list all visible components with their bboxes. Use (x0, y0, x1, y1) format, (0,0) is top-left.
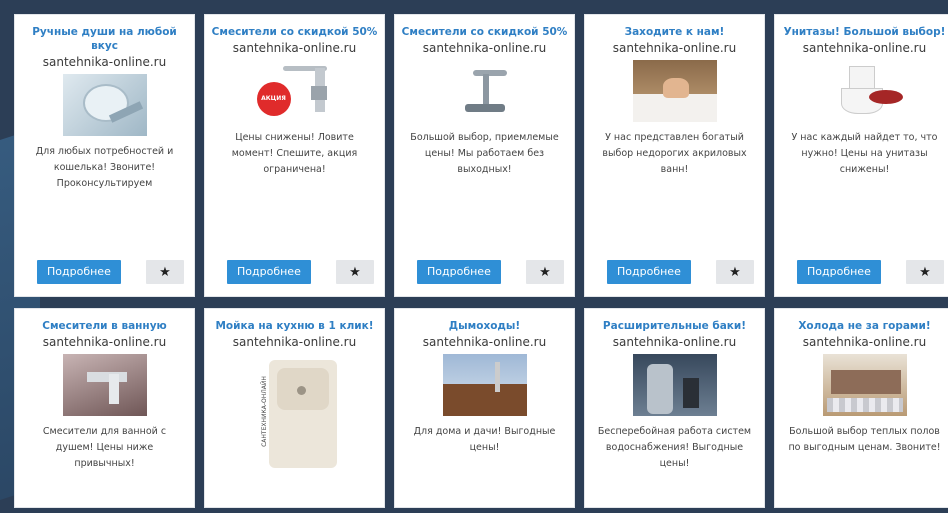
ad-description: У нас представлен богатый выбор недороги… (602, 132, 747, 175)
ad-description: Большой выбор теплых полов по выгодным ц… (788, 426, 941, 453)
more-button[interactable]: Подробнее (227, 260, 311, 284)
ad-domain[interactable]: santehnika-online.ru (775, 40, 948, 56)
ad-card[interactable]: Ручные души на любой вкус santehnika-onl… (14, 14, 195, 297)
ad-description: Смесители для ванной с душем! Цены ниже … (42, 426, 167, 469)
ad-description: Для любых потребностей и кошелька! Звони… (35, 146, 174, 189)
ad-description: Цены снижены! Ловите момент! Спешите, ак… (231, 132, 358, 175)
ad-title[interactable]: Смесители со скидкой 50% (211, 25, 378, 39)
ad-card[interactable]: Смесители со скидкой 50% santehnika-onli… (394, 14, 575, 297)
favorite-star-icon[interactable]: ★ (716, 260, 754, 284)
ad-domain[interactable]: santehnika-online.ru (395, 40, 574, 56)
ad-grid: Ручные души на любой вкус santehnika-onl… (0, 0, 948, 508)
favorite-star-icon[interactable]: ★ (906, 260, 944, 284)
ad-title[interactable]: Расширительные баки! (591, 319, 758, 333)
ad-card[interactable]: Холода не за горами! santehnika-online.r… (774, 308, 948, 508)
ad-title[interactable]: Дымоходы! (401, 319, 568, 333)
shower-heads-image[interactable] (62, 74, 147, 136)
ad-domain[interactable]: santehnika-online.ru (775, 334, 948, 350)
ad-domain[interactable]: santehnika-online.ru (15, 334, 194, 350)
ad-card[interactable]: Унитазы! Большой выбор! santehnika-onlin… (774, 14, 948, 297)
ad-domain[interactable]: santehnika-online.ru (205, 40, 384, 56)
sink-watermark-text: САНТЕХНИКА-ОНЛАЙН (260, 376, 268, 447)
warm-floor-image[interactable] (822, 354, 907, 416)
faucet-image[interactable] (442, 60, 527, 122)
ad-title[interactable]: Смесители со скидкой 50% (401, 25, 568, 39)
expansion-tank-image[interactable] (632, 354, 717, 416)
chimney-image[interactable] (442, 354, 527, 416)
ad-description: У нас каждый найдет то, что нужно! Цены … (791, 132, 938, 175)
ad-card[interactable]: Смесители в ванную santehnika-online.ru … (14, 308, 195, 508)
ad-domain[interactable]: santehnika-online.ru (205, 334, 384, 350)
ad-card[interactable]: Дымоходы! santehnika-online.ru Для дома … (394, 308, 575, 508)
ad-card[interactable]: Смесители со скидкой 50% santehnika-onli… (204, 14, 385, 297)
ad-domain[interactable]: santehnika-online.ru (585, 40, 764, 56)
favorite-star-icon[interactable]: ★ (146, 260, 184, 284)
more-button[interactable]: Подробнее (797, 260, 881, 284)
ad-domain[interactable]: santehnika-online.ru (15, 54, 194, 70)
sale-badge: АКЦИЯ (256, 82, 291, 116)
ad-domain[interactable]: santehnika-online.ru (395, 334, 574, 350)
more-button[interactable]: Подробнее (37, 260, 121, 284)
ad-description: Бесперебойная работа систем водоснабжени… (597, 426, 752, 469)
ad-domain[interactable]: santehnika-online.ru (585, 334, 764, 350)
kitchen-sink-image[interactable]: САНТЕХНИКА-ОНЛАЙН (246, 354, 343, 472)
favorite-star-icon[interactable]: ★ (526, 260, 564, 284)
more-button[interactable]: Подробнее (417, 260, 501, 284)
ad-card[interactable]: Расширительные баки! santehnika-online.r… (584, 308, 765, 508)
bathtub-image[interactable] (632, 60, 717, 122)
ad-title[interactable]: Холода не за горами! (781, 319, 948, 333)
ad-title[interactable]: Унитазы! Большой выбор! (781, 25, 948, 39)
ad-description: Для дома и дачи! Выгодные цены! (413, 426, 556, 453)
ad-card[interactable]: Мойка на кухню в 1 клик! santehnika-onli… (204, 308, 385, 508)
ad-title[interactable]: Ручные души на любой вкус (21, 25, 188, 53)
toilet-image[interactable] (822, 60, 907, 122)
favorite-star-icon[interactable]: ★ (336, 260, 374, 284)
ad-title[interactable]: Заходите к нам! (591, 25, 758, 39)
ad-description: Большой выбор, приемлемые цены! Мы работ… (410, 132, 559, 175)
ad-title[interactable]: Смесители в ванную (21, 319, 188, 333)
faucet-sale-image[interactable]: АКЦИЯ (252, 60, 337, 122)
bath-mixer-image[interactable] (62, 354, 147, 416)
more-button[interactable]: Подробнее (607, 260, 691, 284)
ad-card[interactable]: Заходите к нам! santehnika-online.ru У н… (584, 14, 765, 297)
ad-title[interactable]: Мойка на кухню в 1 клик! (211, 319, 378, 333)
